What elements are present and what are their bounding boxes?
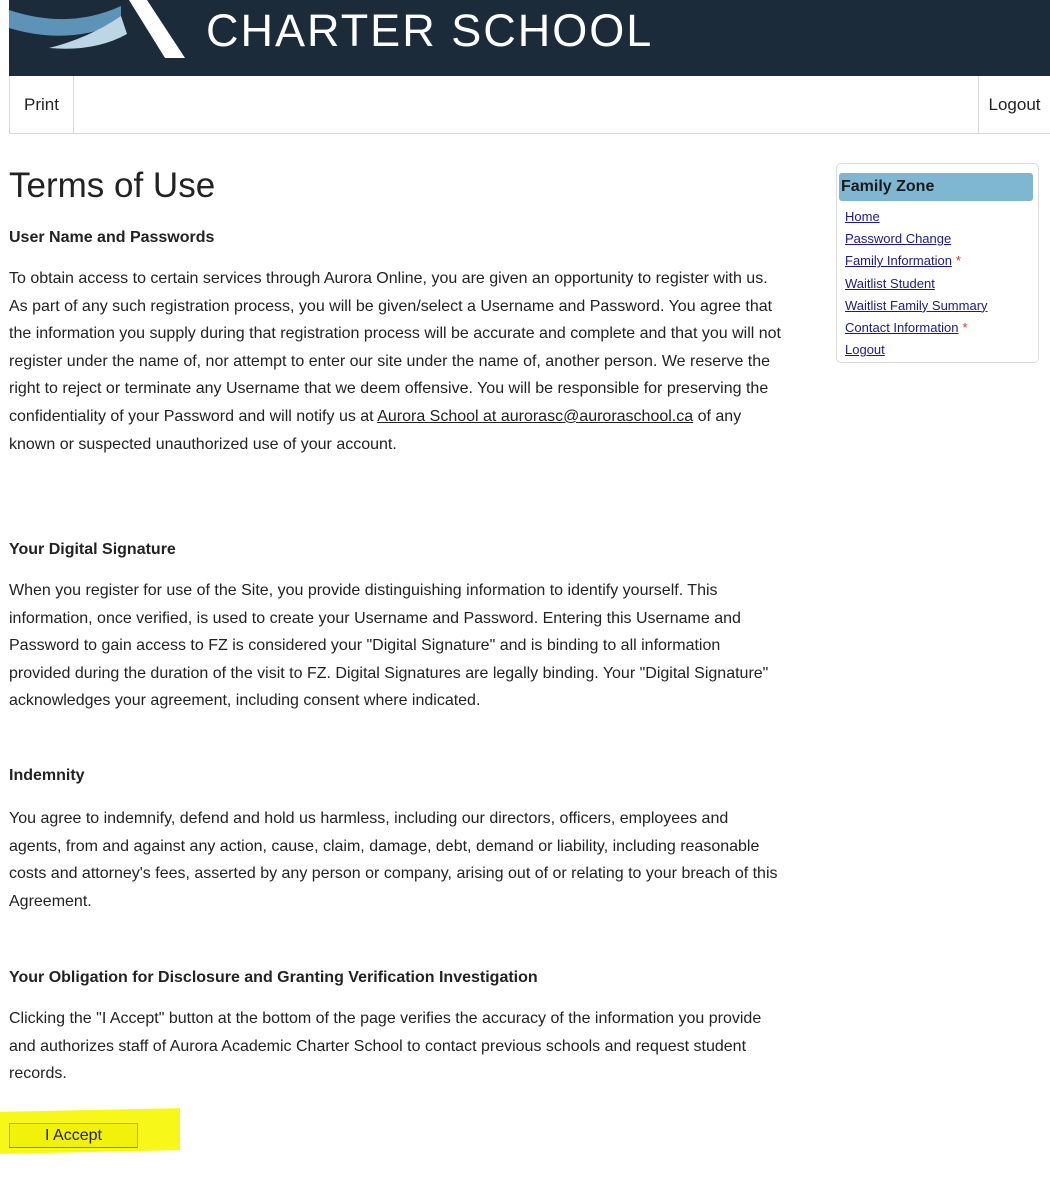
school-logo-icon bbox=[9, 0, 185, 58]
fz-link-contact-information[interactable]: Contact Information bbox=[845, 320, 958, 335]
toolbar: Print Logout bbox=[9, 76, 1050, 134]
family-zone-panel: Family Zone Home Password Change Family … bbox=[836, 163, 1039, 363]
family-zone-links: Home Password Change Family Information *… bbox=[845, 206, 992, 361]
family-zone-title: Family Zone bbox=[839, 173, 1033, 201]
school-title: CHARTER SCHOOL bbox=[206, 5, 654, 56]
logout-button[interactable]: Logout bbox=[978, 76, 1050, 133]
i-accept-button[interactable]: I Accept bbox=[9, 1123, 138, 1148]
required-marker: * bbox=[955, 253, 961, 269]
section-text-digital-signature: When you register for use of the Site, y… bbox=[9, 582, 769, 710]
page-title: Terms of Use bbox=[9, 166, 216, 205]
list-item: Logout bbox=[845, 339, 992, 361]
section-text-username-passwords: To obtain access to certain services thr… bbox=[9, 265, 784, 458]
required-marker: * bbox=[962, 319, 968, 335]
fz-link-waitlist-family-summary[interactable]: Waitlist Family Summary bbox=[845, 298, 988, 313]
contact-email-link[interactable]: Aurora School at aurorasc@auroraschool.c… bbox=[377, 408, 693, 425]
section-heading-digital-signature: Your Digital Signature bbox=[9, 541, 176, 558]
list-item: Contact Information * bbox=[845, 317, 992, 339]
list-item: Waitlist Student bbox=[845, 273, 992, 295]
section-text-indemnity: You agree to indemnify, defend and hold … bbox=[9, 810, 778, 910]
fz-link-waitlist-student[interactable]: Waitlist Student bbox=[845, 276, 935, 291]
fz-link-password-change[interactable]: Password Change bbox=[845, 231, 951, 246]
fz-link-logout[interactable]: Logout bbox=[845, 342, 885, 357]
print-button[interactable]: Print bbox=[10, 76, 74, 133]
page: CHARTER SCHOOL Print Logout Terms of Use… bbox=[0, 0, 1050, 1184]
section-heading-indemnity: Indemnity bbox=[9, 767, 85, 784]
section-heading-username-passwords: User Name and Passwords bbox=[9, 229, 215, 246]
section-text-part: To obtain access to certain services thr… bbox=[9, 270, 781, 425]
section-text-disclosure: Clicking the "I Accept" button at the bo… bbox=[9, 1010, 762, 1083]
section-heading-disclosure: Your Obligation for Disclosure and Grant… bbox=[9, 969, 538, 986]
fz-link-family-information[interactable]: Family Information bbox=[845, 253, 952, 268]
header-banner: CHARTER SCHOOL bbox=[9, 0, 1050, 76]
list-item: Family Information * bbox=[845, 250, 992, 272]
list-item: Password Change bbox=[845, 228, 992, 250]
fz-link-home[interactable]: Home bbox=[845, 209, 880, 224]
list-item: Waitlist Family Summary bbox=[845, 295, 992, 317]
list-item: Home bbox=[845, 206, 992, 228]
